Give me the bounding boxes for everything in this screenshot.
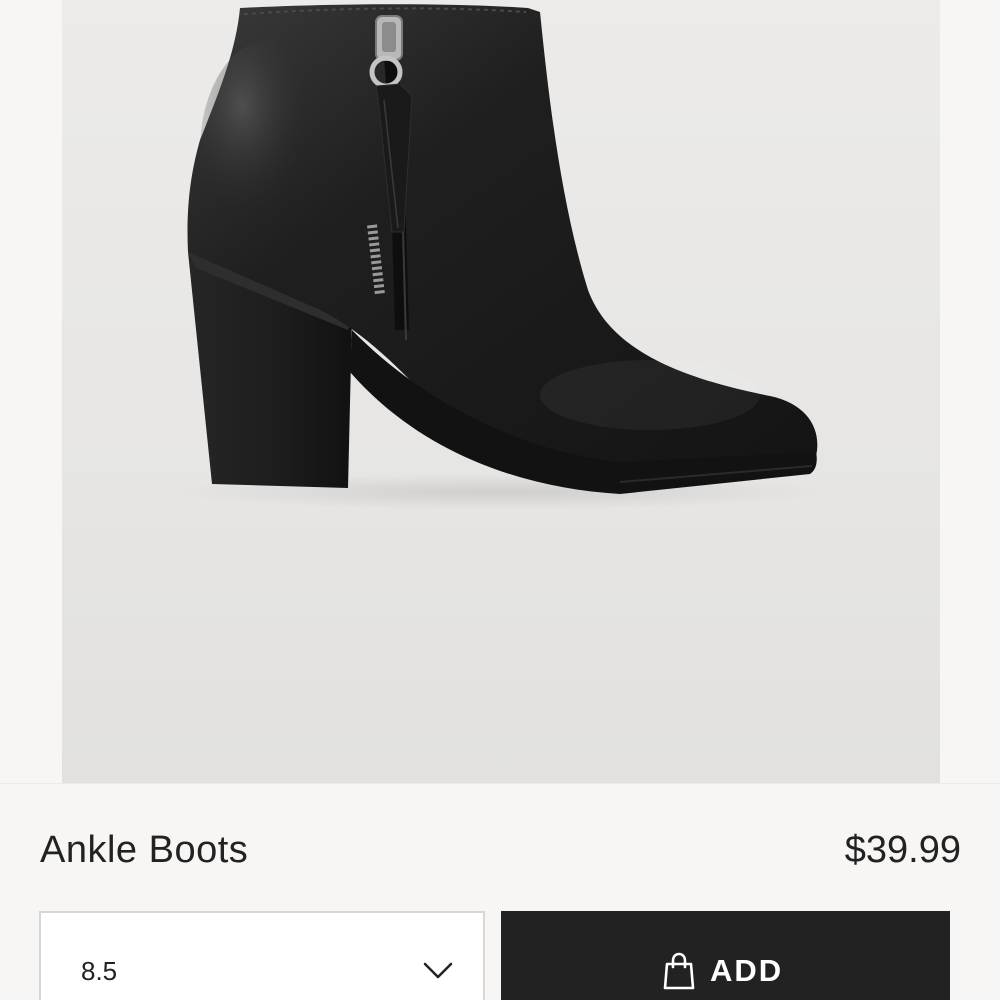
- ankle-boot-illustration: [170, 4, 830, 510]
- product-image-area: [0, 0, 1000, 783]
- product-name: Ankle Boots: [40, 829, 249, 871]
- add-to-bag-button[interactable]: ADD: [501, 911, 950, 1000]
- chevron-down-icon: [423, 961, 453, 981]
- size-select-value: 8.5: [81, 956, 118, 986]
- shopping-bag-icon: [662, 952, 696, 990]
- size-select[interactable]: 8.5: [39, 911, 485, 1000]
- product-image[interactable]: [62, 0, 940, 783]
- product-page: Ankle Boots $39.99 8.5 ADD: [0, 0, 1000, 1000]
- add-button-label: ADD: [710, 953, 784, 988]
- product-price: $39.99: [844, 829, 961, 871]
